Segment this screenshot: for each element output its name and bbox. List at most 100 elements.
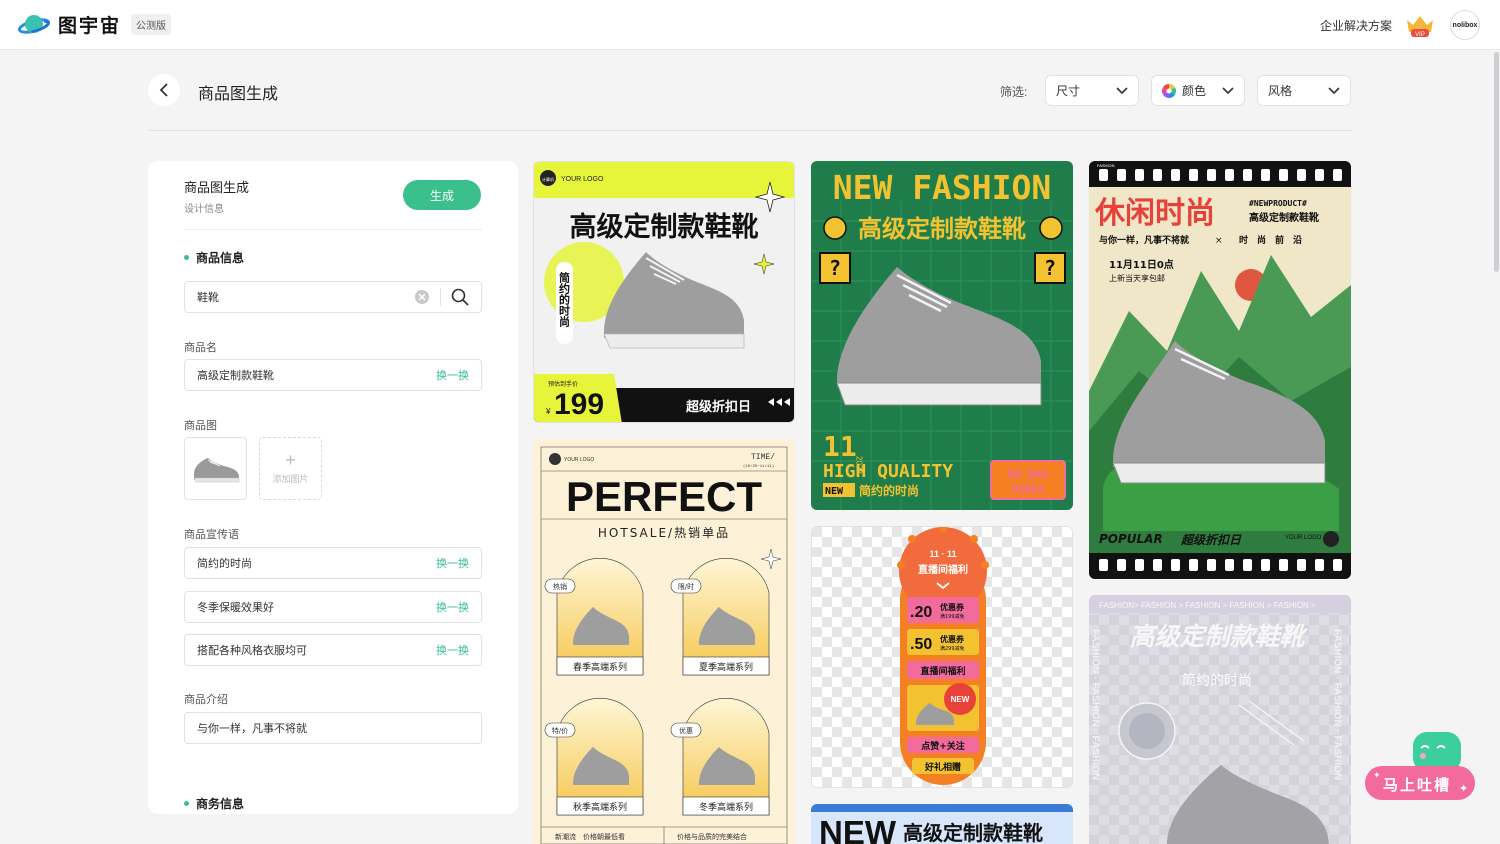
side-text-left: FASHION · FASHION · FASHION — [1090, 629, 1101, 780]
new-badge: NEW — [825, 486, 844, 497]
card-day-number: 11 — [823, 430, 857, 463]
coupon-2-sub: 满299减免 — [940, 645, 965, 652]
card-headline: PERFECT — [566, 473, 762, 520]
chevron-down-icon — [1116, 86, 1128, 94]
card-headline: NEW FASHION — [833, 168, 1052, 207]
card-logo: YOUR LOGO — [1285, 535, 1322, 541]
category-search-input[interactable]: 鞋靴 — [184, 281, 482, 313]
intro-value: 与你一样，凡事不将就 — [197, 723, 307, 735]
product-image-label: 商品图 — [184, 420, 217, 432]
generate-button[interactable]: 生成 — [403, 180, 481, 210]
time-label: TIME/ — [751, 453, 775, 462]
card-subtitle: 简约的时尚 — [1182, 672, 1252, 689]
template-card-live-coupon[interactable]: 11 · 11 直播间福利 .20 优惠券 满199减免 .50 优惠券 满29… — [811, 526, 1073, 788]
card-title: 高级定制款鞋靴 — [1129, 622, 1308, 651]
back-button[interactable] — [148, 74, 180, 106]
card-date: 11月11日0点 — [1109, 258, 1174, 271]
template-card-new-fashion[interactable]: NEW FASHION 高级定制款鞋靴 ? ? 11 2022 HIGH QUA… — [811, 161, 1073, 510]
product-name-field[interactable]: 高级定制款鞋靴 换一换 — [184, 359, 482, 391]
slogan-field-2[interactable]: 冬季保暖效果好 换一换 — [184, 591, 482, 623]
swap-slogan-3-button[interactable]: 换一换 — [436, 642, 469, 658]
coupon-1-value: .20 — [910, 604, 932, 621]
template-card-blue-new[interactable]: NEW 高级定制款鞋靴 — [811, 804, 1073, 844]
panel-title: 商品图生成 — [184, 180, 250, 195]
template-preview: NEW FASHION 高级定制款鞋靴 ? ? 11 2022 HIGH QUA… — [811, 161, 1073, 510]
app-logo[interactable]: 图宇宙 公测版 — [18, 11, 172, 38]
side-text-right: FASHION · FASHION · FASHION — [1332, 629, 1343, 780]
page-scrollbar-thumb[interactable] — [1494, 52, 1499, 272]
feedback-label: 马上吐槽 — [1383, 777, 1452, 794]
product-image-thumbnail[interactable] — [184, 437, 247, 500]
search-value: 鞋靴 — [197, 292, 219, 304]
app-name: 图宇宙 — [58, 16, 122, 37]
template-card-gray-fashion[interactable]: FASHION> FASHION > FASHION > FASHION > F… — [1089, 595, 1351, 844]
footer-right: 价格与品质的完美结合 — [677, 832, 747, 841]
coupon-2-label: 优惠券 — [940, 634, 965, 644]
swap-slogan-1-button[interactable]: 换一换 — [436, 555, 469, 571]
business-info-section: 商务信息 — [184, 795, 244, 812]
chevron-left-icon — [159, 83, 168, 97]
item-tag-4: 优惠 — [679, 726, 693, 735]
slogan-label: 商品宣传语 — [184, 529, 239, 541]
color-filter-dropdown[interactable]: 颜色 — [1151, 75, 1245, 106]
user-avatar[interactable]: nolibox — [1450, 10, 1480, 40]
intro-label: 商品介绍 — [184, 694, 228, 706]
card-title: 直播间福利 — [918, 563, 968, 576]
template-preview: 11 · 11 直播间福利 .20 优惠券 满199减免 .50 优惠券 满29… — [812, 527, 1072, 787]
vip-crown-icon[interactable]: VIP — [1404, 12, 1436, 38]
item-tag-3: 特/价 — [552, 726, 568, 735]
page-title: 商品图生成 — [198, 86, 279, 103]
chevron-down-icon — [1328, 86, 1340, 94]
card-title: 高级定制款鞋靴 — [903, 821, 1043, 844]
sneaker-image — [193, 457, 239, 482]
style-filter-dropdown[interactable]: 风格 — [1257, 75, 1351, 106]
style-filter-label: 风格 — [1268, 84, 1293, 98]
svg-text:?: ? — [829, 256, 841, 280]
add-image-button[interactable]: + 添加图片 — [259, 437, 322, 500]
card-headline: NEW — [819, 814, 897, 844]
template-card-casual-fashion[interactable]: FASHION 休闲时尚 #NEWPRODUCT# 高级定制款鞋靴 与你一样，凡… — [1089, 161, 1351, 579]
planet-logo-icon — [18, 14, 50, 34]
card-date: 11 · 11 — [929, 549, 956, 559]
template-card-perfect[interactable]: YOUR LOGO TIME/ (10/25~11/11) PERFECT HO… — [533, 439, 795, 844]
template-preview: FASHION> FASHION > FASHION > FASHION > F… — [1089, 595, 1351, 844]
svg-text:×: × — [1215, 236, 1223, 246]
design-info-panel: 商品图生成 设计信息 生成 商品信息 鞋靴 商品名 高级定制款鞋靴 换一换 商品… — [148, 161, 518, 814]
card-banner: 超级折扣日 — [686, 399, 751, 415]
card-benefit: 直播间福利 — [920, 665, 965, 677]
svg-text:✦: ✦ — [1459, 782, 1468, 795]
top-bar: 图宇宙 公测版 企业解决方案 VIP nolibox — [0, 0, 1500, 50]
item-tag-2: 限/时 — [678, 582, 694, 591]
search-separator — [440, 288, 441, 306]
slogan-value-2: 冬季保暖效果好 — [197, 602, 274, 614]
card-logo: YOUR LOGO — [564, 457, 594, 463]
swap-slogan-2-button[interactable]: 换一换 — [436, 599, 469, 615]
price-label: 预估到手价 — [548, 380, 578, 388]
section-dot — [184, 801, 189, 806]
swap-product-name-button[interactable]: 换一换 — [436, 367, 469, 383]
product-info-section: 商品信息 — [184, 249, 244, 266]
template-card-lime[interactable]: 计算机 YOUR LOGO 高级定制款鞋靴 简约的时尚 预估到手价 ¥ 199 … — [533, 161, 795, 423]
header-divider — [148, 130, 1352, 131]
new-badge: NEW — [951, 695, 970, 704]
card-subtitle: 高级定制款鞋靴 — [1249, 211, 1319, 224]
card-line-2: 时 尚 前 沿 — [1239, 234, 1302, 246]
enterprise-solutions-link[interactable]: 企业解决方案 — [1320, 17, 1392, 34]
size-filter-dropdown[interactable]: 尺寸 — [1045, 75, 1139, 106]
beta-badge: 公测版 — [131, 14, 172, 35]
card-hashtag: #NEWPRODUCT# — [1249, 199, 1307, 208]
card-follow: 点赞+关注 — [921, 740, 965, 752]
card-price: 199 — [554, 388, 604, 421]
slogan-field-1[interactable]: 简约的时尚 换一换 — [184, 547, 482, 579]
slogan-field-3[interactable]: 搭配各种风格衣服均可 换一换 — [184, 634, 482, 666]
template-preview: NEW 高级定制款鞋靴 — [811, 804, 1073, 844]
search-icon[interactable] — [451, 288, 469, 306]
item-name-4: 冬季高端系列 — [699, 801, 753, 813]
card-quality: HIGH QUALITY — [823, 461, 953, 482]
card-title: 高级定制款鞋靴 — [858, 215, 1026, 243]
add-image-label: 添加图片 — [272, 474, 309, 484]
clear-icon[interactable] — [414, 289, 430, 305]
feedback-button[interactable]: ✦ ✦ 马上吐槽 — [1363, 730, 1477, 802]
intro-field[interactable]: 与你一样，凡事不将就 — [184, 712, 482, 744]
slogan-value-1: 简约的时尚 — [197, 558, 252, 570]
